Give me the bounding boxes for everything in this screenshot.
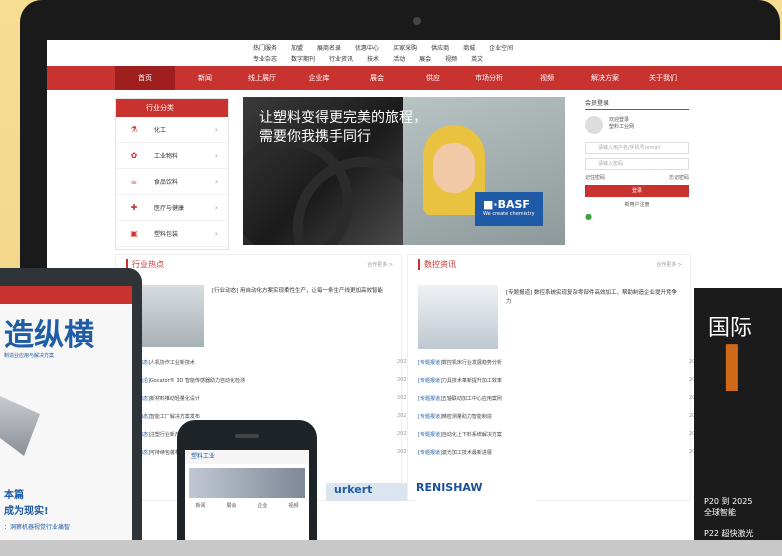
chevron-right-icon: › bbox=[214, 125, 218, 134]
category-item[interactable]: ☕ 食品饮料 › bbox=[116, 169, 228, 195]
tablet-line3: ：洞察机器视觉行业痛智 bbox=[4, 524, 71, 531]
nav-item-solutions[interactable]: 解决方案 bbox=[575, 66, 635, 90]
top-link[interactable]: 买家采购 bbox=[393, 43, 417, 52]
news-row[interactable]: [专题报道]激光加工技术最新进展2021-04-29 bbox=[418, 449, 718, 456]
tablet-device: 造纵横 制造业应用与解决方案 本篇 成为现实! ：洞察机器视觉行业痛智 bbox=[0, 268, 142, 556]
more-link[interactable]: 合作更多 > bbox=[656, 261, 682, 268]
renishaw-ad[interactable]: RENISHAW bbox=[416, 481, 536, 501]
news-row[interactable]: [专题报道]精密测量助力智能制造2021-05-31 bbox=[418, 413, 718, 420]
news-row[interactable]: [专题报道]数控机床行业发展趋势分析2021-07-09 bbox=[418, 359, 718, 366]
nav-item-market[interactable]: 市场分析 bbox=[459, 66, 519, 90]
top-link[interactable]: 行业资讯 bbox=[329, 54, 353, 63]
top-link[interactable]: 供应商 bbox=[431, 43, 449, 52]
login-panel: 会员登录 欢迎登录 塑料工业网 请输入用户名/手机号/email 请输入密码 记住… bbox=[585, 98, 689, 221]
medical-icon: ✚ bbox=[130, 203, 138, 212]
top-link[interactable]: 视频 bbox=[445, 54, 457, 63]
phone-menu-item[interactable]: 新闻 bbox=[195, 502, 205, 509]
avatar bbox=[585, 116, 603, 134]
magazine-foot2: P22 超快激光 bbox=[704, 529, 754, 538]
chevron-right-icon: › bbox=[214, 177, 218, 186]
nav-item-supply[interactable]: 供应 bbox=[403, 66, 463, 90]
cup-icon: ☕ bbox=[130, 177, 138, 186]
top-links-row: 专业杂志 数字期刊 行业资讯 技术 活动 展会 视频 英文 bbox=[253, 54, 483, 63]
nav-item-home[interactable]: 首页 bbox=[115, 66, 175, 90]
top-link[interactable]: 展商名录 bbox=[317, 43, 341, 52]
category-item[interactable]: ✿ 工业物料 › bbox=[116, 143, 228, 169]
wechat-icon[interactable]: ● bbox=[585, 212, 689, 221]
top-link[interactable]: 展会 bbox=[419, 54, 431, 63]
phone-menu-item[interactable]: 展会 bbox=[226, 502, 236, 509]
top-links-bar: 热门服务 加盟 展商名录 优惠中心 买家采购 供应商 商城 企业空间 专业杂志 数字期刊 行业资讯… bbox=[47, 40, 782, 66]
nav-item-video[interactable]: 视频 bbox=[517, 66, 577, 90]
chevron-right-icon: › bbox=[214, 151, 218, 160]
beaker-icon: ⚗ bbox=[130, 125, 138, 134]
top-link[interactable]: 活动 bbox=[393, 54, 405, 63]
category-item[interactable]: ✚ 医疗与健康 › bbox=[116, 195, 228, 221]
cnc-news-section: 数控资讯 合作更多 > [专题报道] 数控系统实现复杂零部件高效加工，帮助制造企… bbox=[407, 254, 718, 501]
basf-logo: ■·BASF We create chemistry bbox=[475, 192, 543, 226]
camera-icon bbox=[413, 17, 421, 25]
remember-checkbox[interactable]: 记住密码 bbox=[585, 174, 605, 181]
top-link[interactable]: 技术 bbox=[367, 54, 379, 63]
top-link[interactable]: 加盟 bbox=[291, 43, 303, 52]
top-link[interactable]: 专业杂志 bbox=[253, 54, 277, 63]
main-nav: 首页 新闻 线上展厅 企业库 展会 供应 市场分析 视频 解决方案 关于我们 bbox=[47, 66, 782, 90]
login-button[interactable]: 登录 bbox=[585, 185, 689, 197]
top-links-row: 热门服务 加盟 展商名录 优惠中心 买家采购 供应商 商城 企业空间 bbox=[253, 43, 513, 52]
laptop-base bbox=[0, 540, 782, 556]
box-icon: ▣ bbox=[130, 229, 138, 238]
tablet-screen: 造纵横 制造业应用与解决方案 本篇 成为现实! ：洞察机器视觉行业痛智 bbox=[0, 286, 132, 556]
category-panel: 行业分类 ⚗ 化工 › ✿ 工业物料 › ☕ 食品饮料 › ✚ 医疗与健康 › ▣ 塑料包装 › bbox=[115, 98, 229, 250]
tablet-line2: 成为现实! bbox=[4, 506, 49, 517]
category-item[interactable]: ▣ 塑料包装 › bbox=[116, 221, 228, 247]
magazine-foot1: P20 到 2025 全球智能 bbox=[704, 497, 753, 517]
password-field[interactable]: 请输入密码 bbox=[585, 158, 689, 170]
username-field[interactable]: 请输入用户名/手机号/email bbox=[585, 142, 689, 154]
website-screen: 热门服务 加盟 展商名录 优惠中心 买家采购 供应商 商城 企业空间 专业杂志 数字期刊 行业资讯… bbox=[47, 40, 782, 540]
forgot-link[interactable]: 忘记密码 bbox=[669, 174, 689, 181]
top-link[interactable]: 优惠中心 bbox=[355, 43, 379, 52]
nav-item-expo[interactable]: 展会 bbox=[347, 66, 407, 90]
more-link[interactable]: 合作更多 > bbox=[367, 261, 393, 268]
news-row[interactable]: [行业动态]智能工厂解决方案发布2021-05-13 bbox=[126, 413, 426, 420]
chevron-right-icon: › bbox=[214, 229, 218, 238]
top-link[interactable]: 商城 bbox=[463, 43, 475, 52]
news-row[interactable]: [行业动态]新材料推动轻量化设计2021-05-11 bbox=[126, 395, 426, 402]
tablet-subtitle: 制造业应用与解决方案 bbox=[4, 353, 55, 359]
news-row[interactable]: [专题报道]自动化上下料系统解决方案2021-05-21 bbox=[418, 431, 718, 438]
nav-item-news[interactable]: 新闻 bbox=[175, 66, 235, 90]
hero-banner[interactable]: 让塑料变得更完美的旅程， 需要你我携手同行 ■·BASF We create c… bbox=[243, 97, 565, 245]
burkert-ad[interactable]: urkert bbox=[326, 483, 414, 501]
news-row[interactable]: [行业动态]人机协作工业新技术2021-05-13 bbox=[126, 359, 426, 366]
magazine-cover: 国际 I P20 到 2025 全球智能 P22 超快激光 bbox=[694, 288, 782, 556]
banner-headline: 让塑料变得更完美的旅程， 需要你我携手同行 bbox=[259, 110, 427, 145]
magazine-big-letter: I bbox=[720, 333, 744, 407]
phone-brand: 塑料工业 bbox=[185, 450, 309, 464]
chevron-right-icon: › bbox=[214, 203, 218, 212]
phone-device: 塑料工业 新闻 展会 企业 视频 bbox=[177, 420, 317, 556]
star-icon: ✿ bbox=[130, 151, 138, 160]
category-title: 行业分类 bbox=[116, 99, 228, 117]
phone-menu-item[interactable]: 企业 bbox=[257, 502, 267, 509]
nav-item-showroom[interactable]: 线上展厅 bbox=[232, 66, 292, 90]
login-title: 会员登录 bbox=[585, 98, 689, 110]
feature-article[interactable]: [行业动态] 用自动化方案实现柔性生产，让每一条生产线更加高效智能 bbox=[212, 287, 392, 296]
top-link[interactable]: 企业空间 bbox=[489, 43, 513, 52]
nav-item-companies[interactable]: 企业库 bbox=[289, 66, 349, 90]
top-link[interactable]: 数字期刊 bbox=[291, 54, 315, 63]
section-title: 数控资讯 bbox=[418, 259, 456, 270]
category-item[interactable]: ⚗ 化工 › bbox=[116, 117, 228, 143]
feature-article[interactable]: [专题报道] 数控系统实现复杂零部件高效加工，帮助制造企业提升竞争力 bbox=[506, 289, 682, 307]
phone-menu-item[interactable]: 视频 bbox=[288, 502, 298, 509]
tablet-title: 造纵横 bbox=[4, 318, 94, 353]
news-row[interactable]: [技术前沿]Gocator® 3D 智能传感器助力自动化检测2021-05-12 bbox=[126, 377, 426, 384]
news-row[interactable]: [专题报道]刀具技术革新提升加工效率2021-06-25 bbox=[418, 377, 718, 384]
news-row[interactable]: [专题报道]五轴联动加工中心应用案例2021-06-17 bbox=[418, 395, 718, 402]
top-link[interactable]: 热门服务 bbox=[253, 43, 277, 52]
cnc-image bbox=[418, 285, 498, 349]
tablet-line1: 本篇 bbox=[4, 490, 24, 501]
top-link[interactable]: 英文 bbox=[471, 54, 483, 63]
register-link[interactable]: 新用户注册 bbox=[585, 201, 689, 208]
nav-item-about[interactable]: 关于我们 bbox=[633, 66, 693, 90]
